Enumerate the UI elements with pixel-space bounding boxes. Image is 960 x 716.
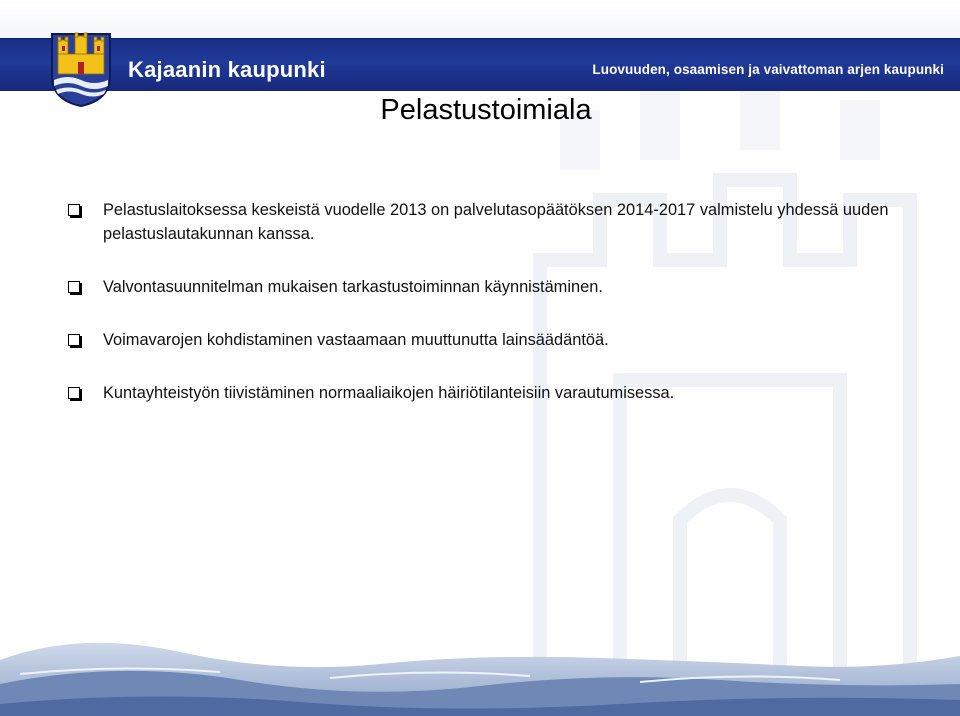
slide-title: Pelastustoimiala xyxy=(0,94,960,127)
slide-title-text: Pelastustoimiala xyxy=(380,94,592,126)
bullet-item: Kuntayhteistyön tiivistäminen normaaliai… xyxy=(68,381,908,405)
bullet-list: Pelastuslaitoksessa keskeistä vuodelle 2… xyxy=(68,198,908,405)
bullet-text: Kuntayhteistyön tiivistäminen normaaliai… xyxy=(103,384,675,402)
header-slogan: Luovuuden, osaamisen ja vaivattoman arje… xyxy=(592,62,944,77)
bullet-text: Pelastuslaitoksessa keskeistä vuodelle 2… xyxy=(103,201,889,243)
checkbox-square-icon xyxy=(68,334,80,346)
bullet-item: Valvontasuunnitelman mukaisen tarkastust… xyxy=(68,275,908,299)
bullet-text: Valvontasuunnitelman mukaisen tarkastust… xyxy=(103,278,603,296)
organization-name: Kajaanin kaupunki xyxy=(128,57,326,82)
bullet-item: Pelastuslaitoksessa keskeistä vuodelle 2… xyxy=(68,198,908,246)
checkbox-square-icon xyxy=(68,204,80,216)
slide: Kajaanin kaupunki Luovuuden, osaamisen j… xyxy=(0,0,960,716)
checkbox-square-icon xyxy=(68,281,80,293)
header-top-sheen xyxy=(0,0,960,38)
water-waves-decoration xyxy=(0,642,960,716)
bullet-item: Voimavarojen kohdistaminen vastaamaan mu… xyxy=(68,328,908,352)
bullet-text: Voimavarojen kohdistaminen vastaamaan mu… xyxy=(103,331,609,349)
checkbox-square-icon xyxy=(68,387,80,399)
